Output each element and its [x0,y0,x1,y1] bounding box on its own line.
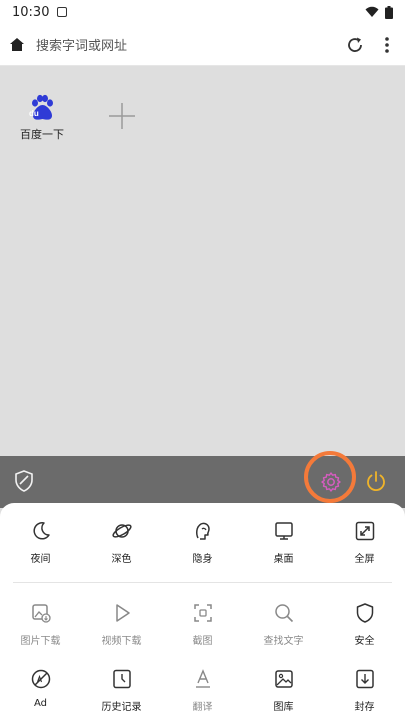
shield-icon [354,602,376,624]
menu-fullscreen[interactable]: 全屏 [324,520,405,565]
power-icon[interactable] [364,469,388,493]
menu-label: 封存 [354,702,375,713]
menu-label: 全屏 [354,554,375,565]
battery-icon [385,5,393,19]
more-vert-icon[interactable] [377,35,397,55]
status-bar: 10:30 [0,0,405,24]
menu-incognito[interactable]: 隐身 [162,520,243,565]
menu-ad-block[interactable]: Ad [0,668,81,713]
quick-menu-panel: 夜间 深色 隐身 桌面 全屏 图片下载 视频下载 截图 查找文字 安全 Ad 历… [0,503,405,720]
menu-dark-theme[interactable]: 深色 [81,520,162,565]
shortcut-label: 百度一下 [20,128,64,141]
search-icon [273,602,295,624]
desktop-icon [273,520,295,542]
video-play-icon [111,602,133,624]
menu-label: 查找文字 [263,636,304,647]
shortcut-baidu[interactable]: du 百度一下 [20,94,64,142]
translate-icon [192,668,214,690]
menu-row-2: 图片下载 视频下载 截图 查找文字 安全 [0,602,405,647]
menu-label: 安全 [354,636,375,647]
history-icon [111,668,133,690]
search-input[interactable]: 搜索字词或网址 [36,35,345,54]
image-download-icon [30,602,52,624]
menu-label: 夜间 [30,554,51,565]
menu-archive[interactable]: 封存 [324,668,405,713]
menu-label: 视频下载 [101,636,142,647]
menu-desktop-mode[interactable]: 桌面 [243,520,324,565]
menu-label: 深色 [111,554,132,565]
menu-row-3: Ad 历史记录 翻译 图库 封存 [0,668,405,713]
screenshot-icon [192,602,214,624]
notification-icon [57,7,68,17]
fullscreen-icon [354,520,376,542]
moon-icon [30,520,52,542]
menu-night-mode[interactable]: 夜间 [0,520,81,565]
menu-label: Ad [33,698,47,709]
bottom-toolbar [0,451,405,508]
menu-divider [13,582,392,583]
menu-label: 截图 [192,636,213,647]
menu-gallery[interactable]: 图库 [243,668,324,713]
baidu-logo-text: du [29,109,39,118]
menu-image-download[interactable]: 图片下载 [0,602,81,647]
menu-find-text[interactable]: 查找文字 [243,602,324,647]
wifi-icon [365,6,379,18]
planet-icon [111,520,133,542]
menu-label: 翻译 [192,702,213,713]
new-tab-content: du 百度一下 [0,66,405,456]
menu-video-download[interactable]: 视频下载 [81,602,162,647]
gallery-icon [273,668,295,690]
incognito-icon [192,520,214,542]
ad-block-icon [30,668,52,690]
reload-icon[interactable] [345,35,365,55]
menu-label: 历史记录 [101,702,142,713]
highlight-circle [304,451,356,503]
home-icon[interactable] [9,37,25,53]
shield-check-icon[interactable] [12,469,36,493]
address-toolbar: 搜索字词或网址 [0,24,405,66]
status-time: 10:30 [12,4,50,20]
menu-screenshot[interactable]: 截图 [162,602,243,647]
menu-label: 桌面 [273,554,294,565]
menu-translate[interactable]: 翻译 [162,668,243,713]
archive-download-icon [354,668,376,690]
status-icons [365,5,393,19]
menu-row-1: 夜间 深色 隐身 桌面 全屏 [0,520,405,565]
add-shortcut-button[interactable] [108,102,136,130]
menu-label: 隐身 [192,554,213,565]
menu-label: 图库 [273,702,294,713]
menu-history[interactable]: 历史记录 [81,668,162,713]
plus-icon [109,103,135,129]
menu-label: 图片下载 [20,636,61,647]
menu-security[interactable]: 安全 [324,602,405,647]
